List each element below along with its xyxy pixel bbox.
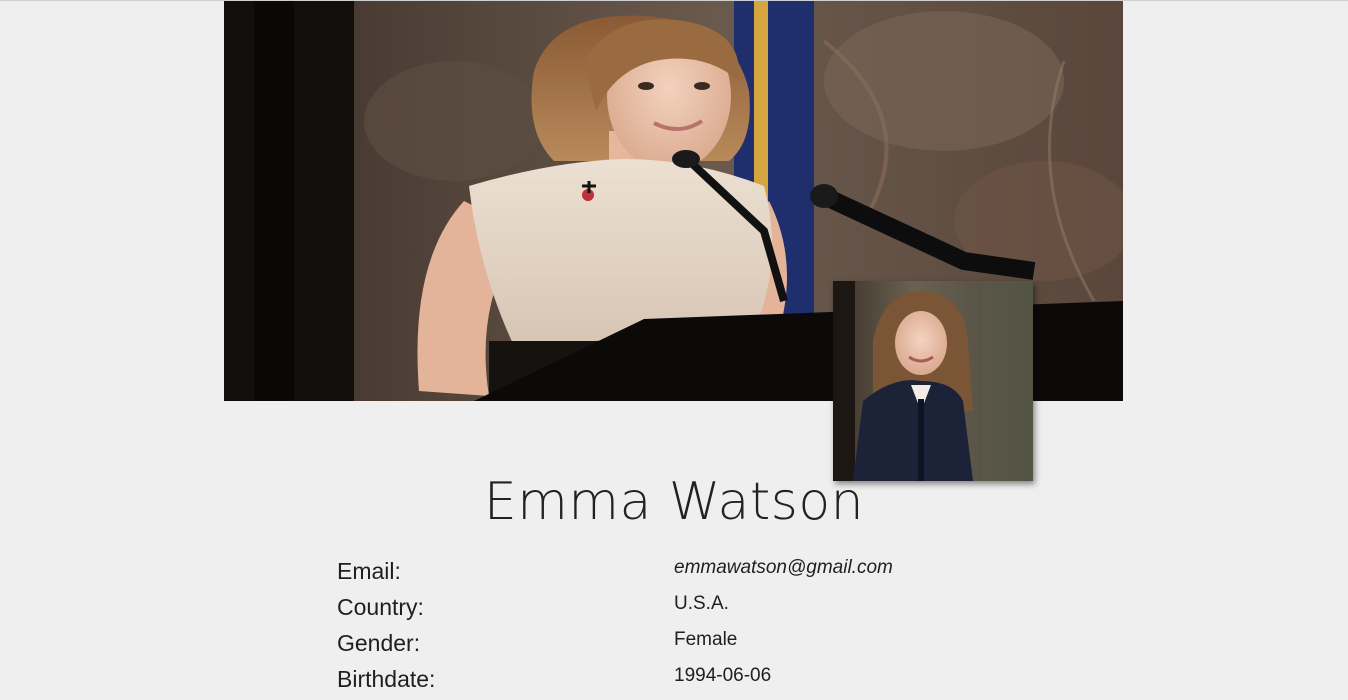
birthdate-label: Birthdate: bbox=[337, 666, 436, 692]
birthdate-value: 1994-06-06 bbox=[674, 665, 772, 686]
gender-label: Gender: bbox=[337, 630, 421, 656]
country-value: U.S.A. bbox=[674, 593, 729, 614]
profile-avatar bbox=[833, 281, 1033, 481]
profile-name: Emma Watson bbox=[483, 472, 865, 532]
email-row: Email: emmawatson@gmail.com bbox=[337, 556, 1037, 592]
gender-row: Gender: Female bbox=[337, 628, 1037, 664]
email-label: Email: bbox=[337, 558, 401, 584]
country-label: Country: bbox=[337, 594, 424, 620]
country-row: Country: U.S.A. bbox=[337, 592, 1037, 628]
gender-value: Female bbox=[674, 629, 738, 650]
profile-details: Email: emmawatson@gmail.com Country: U.S… bbox=[337, 556, 1037, 700]
birthdate-row: Birthdate: 1994-06-06 bbox=[337, 664, 1037, 700]
email-value: emmawatson@gmail.com bbox=[674, 557, 893, 578]
